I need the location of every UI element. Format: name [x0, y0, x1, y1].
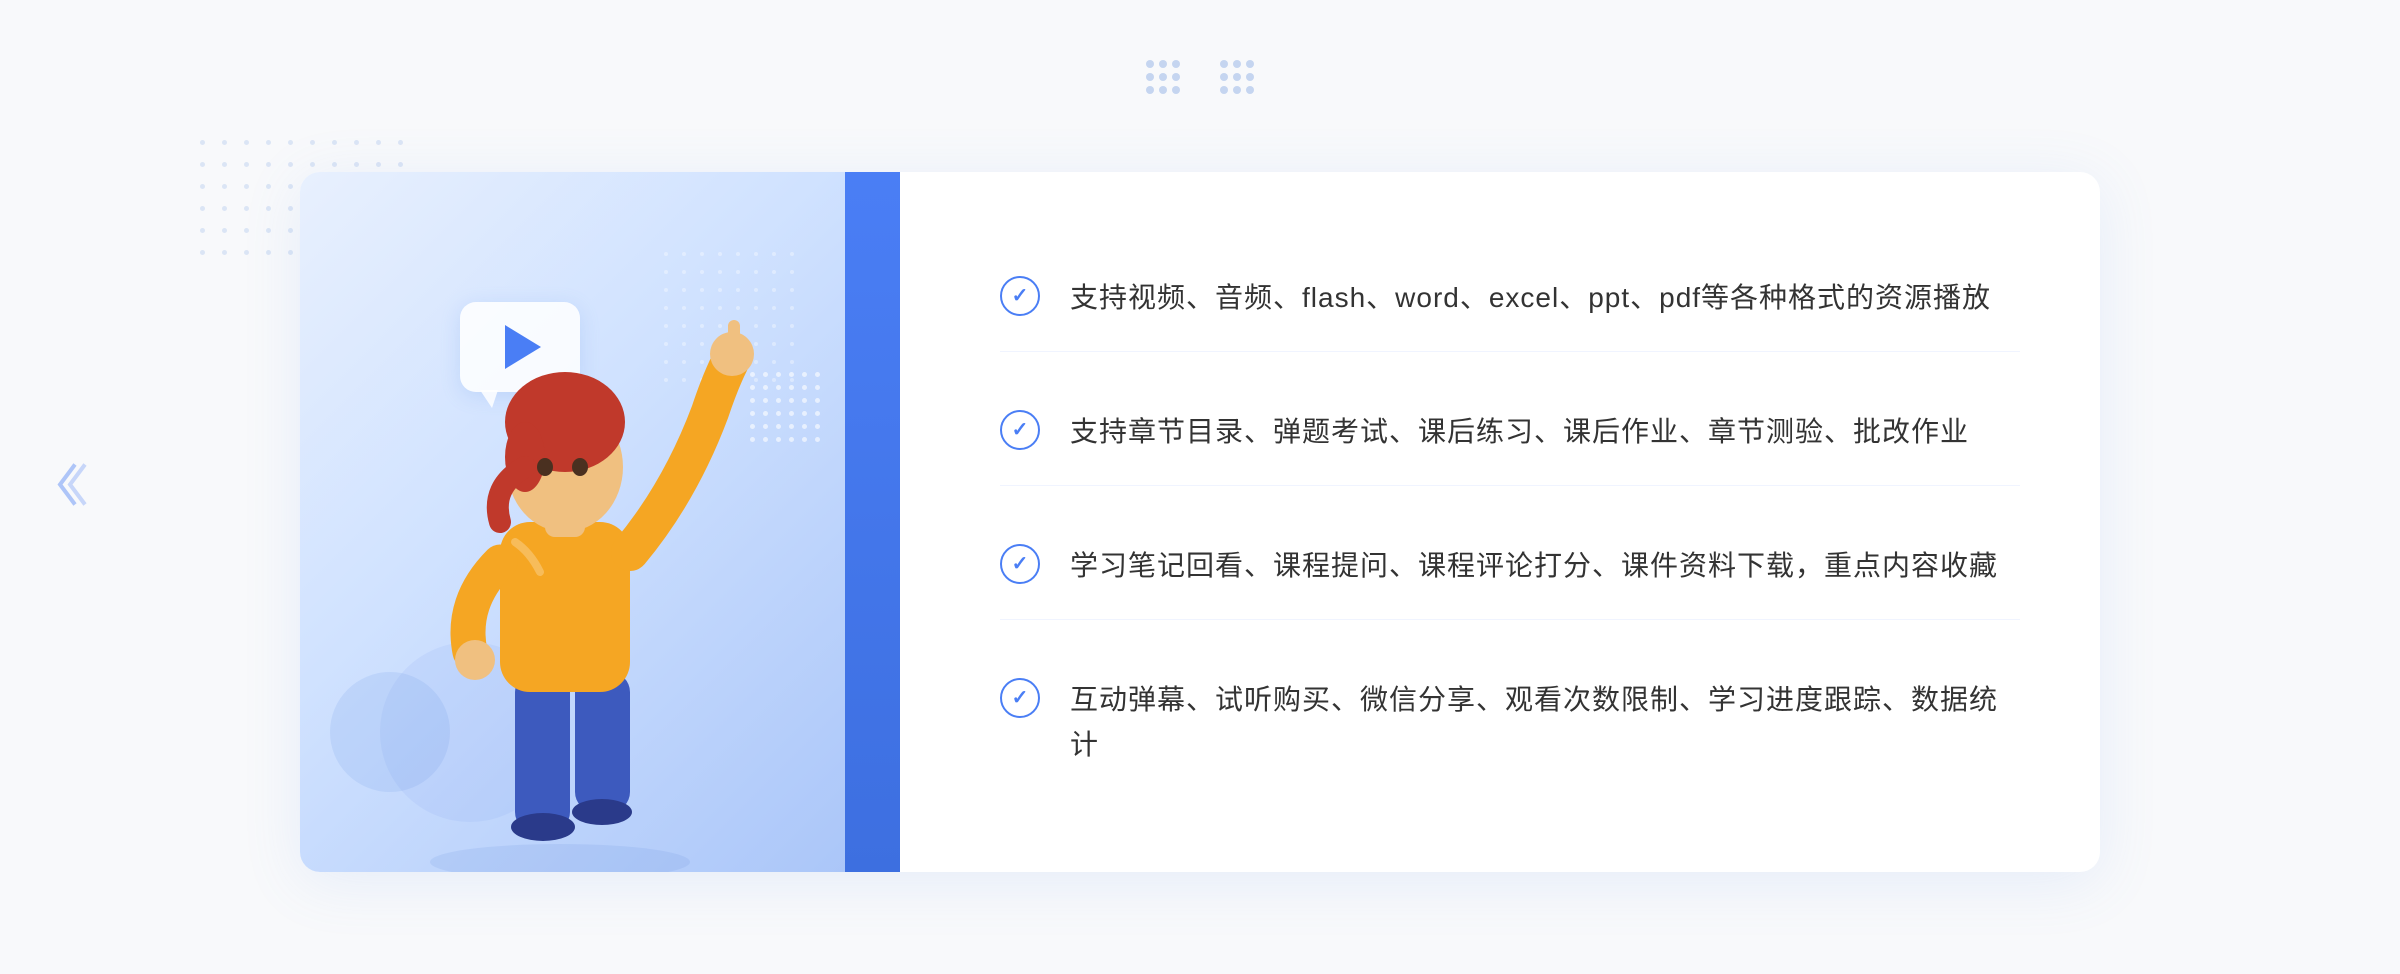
chevron-left-icon	[50, 460, 90, 515]
title-row	[1146, 60, 1254, 94]
check-icon-1: ✓	[1000, 276, 1040, 316]
content-card: ✓ 支持视频、音频、flash、word、excel、ppt、pdf等各种格式的资…	[300, 172, 2100, 872]
feature-text-1: 支持视频、音频、flash、word、excel、ppt、pdf等各种格式的资源…	[1070, 276, 1991, 321]
feature-item-2: ✓ 支持章节目录、弹题考试、课后练习、课后作业、章节测验、批改作业	[1000, 380, 2020, 486]
check-icon-2: ✓	[1000, 410, 1040, 450]
page-wrapper: (function(){ const container = document.…	[0, 0, 2400, 974]
feature-item-4: ✓ 互动弹幕、试听购买、微信分享、观看次数限制、学习进度跟踪、数据统计	[1000, 648, 2020, 798]
check-mark: ✓	[1012, 420, 1029, 440]
features-area: ✓ 支持视频、音频、flash、word、excel、ppt、pdf等各种格式的资…	[900, 172, 2100, 872]
feature-text-2: 支持章节目录、弹题考试、课后练习、课后作业、章节测验、批改作业	[1070, 410, 1969, 455]
check-mark: ✓	[1012, 554, 1029, 574]
feature-text-4: 互动弹幕、试听购买、微信分享、观看次数限制、学习进度跟踪、数据统计	[1070, 678, 2020, 768]
feature-item-3: ✓ 学习笔记回看、课程提问、课程评论打分、课件资料下载，重点内容收藏	[1000, 514, 2020, 620]
check-mark: ✓	[1012, 286, 1029, 306]
check-icon-3: ✓	[1000, 544, 1040, 584]
check-mark: ✓	[1012, 688, 1029, 708]
title-deco-right	[1220, 60, 1254, 94]
blue-bar	[845, 172, 900, 872]
stripe-decoration	[750, 372, 820, 442]
feature-item-1: ✓ 支持视频、音频、flash、word、excel、ppt、pdf等各种格式的资…	[1000, 246, 2020, 352]
person-illustration	[360, 292, 760, 872]
feature-text-3: 学习笔记回看、课程提问、课程评论打分、课件资料下载，重点内容收藏	[1070, 544, 1998, 589]
header-section	[1146, 60, 1254, 112]
illustration-area	[300, 172, 900, 872]
check-icon-4: ✓	[1000, 678, 1040, 718]
title-deco-left	[1146, 60, 1180, 94]
